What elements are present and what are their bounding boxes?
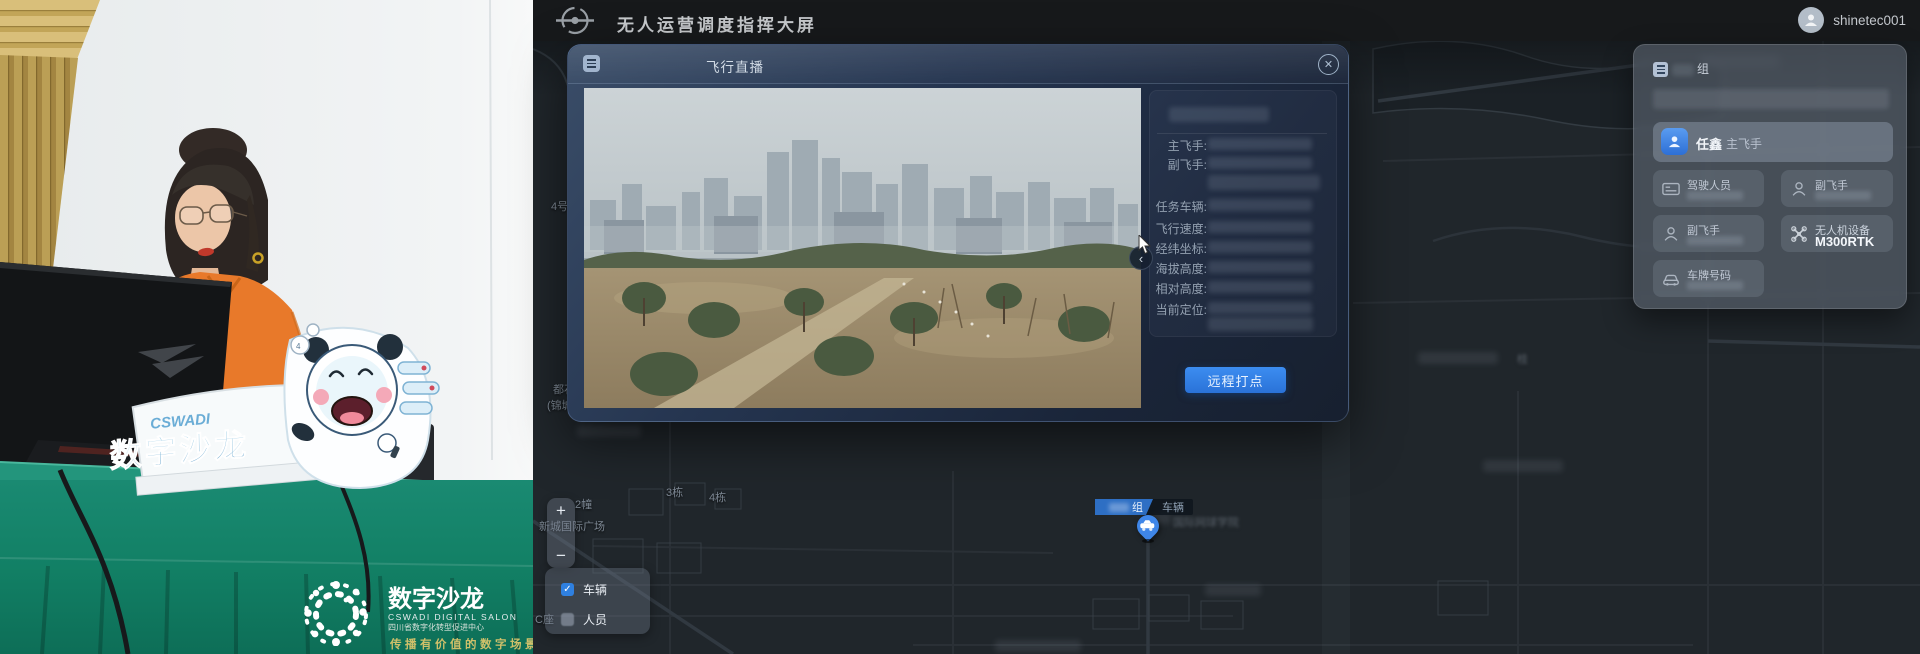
chevron-glyph: ‹: [1139, 251, 1143, 266]
svg-text:4: 4: [296, 342, 301, 351]
drone-model: M300RTK: [1815, 234, 1874, 249]
field-label: 副飞手:: [1149, 156, 1207, 173]
remote-mark-button[interactable]: 远程打点: [1185, 367, 1286, 393]
watermark-slogan: 传播有价值的数字场景!: [389, 637, 533, 651]
redacted-value: [1208, 302, 1312, 314]
drone-icon: [1790, 225, 1808, 243]
map-label: 4栋: [709, 489, 726, 505]
blurred-map-label: [577, 425, 641, 437]
username-label: shinetec001: [1833, 13, 1906, 28]
redacted-task-title: [1169, 107, 1269, 122]
drone-video-feed: [584, 88, 1141, 408]
close-glyph: ✕: [1324, 58, 1333, 71]
presenter-scene: CSWADI 数字沙龙: [0, 0, 533, 654]
redacted-row: [1653, 89, 1889, 109]
team-panel-title: 组: [1697, 60, 1709, 77]
people-label: 人员: [583, 611, 607, 628]
people-checkbox[interactable]: [561, 613, 574, 626]
member-row-selected[interactable]: 任鑫 主飞手: [1653, 122, 1893, 162]
layer-legend: ✓ 车辆 人员: [545, 568, 650, 634]
blurred-map-label: [1483, 460, 1563, 472]
field-label: 主飞手:: [1149, 137, 1207, 154]
watermark-subtitle: CSWADI DIGITAL SALON: [388, 612, 517, 622]
vehicles-label: 车辆: [583, 581, 607, 598]
cell-copilot-1: 副飞手: [1781, 170, 1893, 207]
user-avatar-icon: [1798, 7, 1824, 33]
redacted-value: [1208, 317, 1313, 331]
zoom-out-button[interactable]: −: [556, 547, 566, 564]
blurred-map-label: [995, 640, 1081, 652]
screen: CSWADI 数字沙龙: [0, 0, 1920, 654]
legend-row-people[interactable]: 人员: [561, 611, 607, 628]
redacted-value: [1687, 281, 1743, 290]
map-label: 桂: [1517, 351, 1528, 367]
modal-title: 飞行直播: [706, 56, 764, 76]
map-label: 2幢: [575, 496, 592, 512]
field-label: 飞行速度:: [1149, 220, 1207, 237]
map-label-tennis: 国际网球学院: [1173, 514, 1239, 530]
field-label: 相对高度:: [1149, 280, 1207, 297]
cell-drone-device: 无人机设备 M300RTK: [1781, 215, 1893, 252]
blurred-map-label: [1418, 352, 1498, 364]
drone-scene: [584, 88, 1141, 408]
live-list-icon: [583, 55, 600, 72]
redacted-value: [1208, 221, 1312, 233]
car-icon: [1662, 270, 1680, 288]
redacted-team-name: [1672, 64, 1694, 76]
flight-live-modal: 飞行直播 ✕: [567, 44, 1349, 422]
member-name: 任鑫: [1696, 134, 1722, 153]
redacted-value: [1687, 191, 1743, 200]
field-label: 当前定位:: [1149, 301, 1207, 318]
field-label: 海拔高度:: [1149, 260, 1207, 277]
team-panel: 组 任鑫 主飞手 驾驶人员: [1633, 44, 1907, 309]
watermark-org: 四川省数字化转型促进中心: [388, 622, 484, 632]
collapse-chevron-icon[interactable]: ‹: [1129, 246, 1153, 270]
map-zoom-control: + −: [547, 498, 575, 568]
redacted-value: [1208, 138, 1312, 150]
pin-shadow: [1142, 539, 1154, 543]
redacted-value: [1208, 261, 1312, 273]
person-icon: [1790, 180, 1808, 198]
close-icon[interactable]: ✕: [1318, 54, 1339, 75]
field-label: 任务车辆:: [1149, 198, 1207, 215]
map-label: 4号: [551, 198, 568, 214]
redacted-value: [1208, 157, 1312, 169]
legend-row-vehicles[interactable]: ✓ 车辆: [561, 581, 607, 598]
top-bar: 无人运营调度指挥大屏 shinetec001: [533, 0, 1920, 42]
redacted-value: [1208, 199, 1312, 211]
map-mode-toggle: 组 车辆: [1095, 499, 1193, 515]
redacted-value: [1687, 236, 1743, 245]
cell-plate-number: 车牌号码: [1653, 260, 1764, 297]
modal-header: 飞行直播 ✕: [568, 45, 1348, 84]
vehicles-checkbox[interactable]: ✓: [561, 583, 574, 596]
presenter-video: CSWADI 数字沙龙: [0, 0, 533, 654]
blurred-map-label: [1205, 584, 1261, 596]
info-divider: [1157, 133, 1327, 134]
app-logo-icon: [549, 4, 601, 37]
tab-group[interactable]: 组: [1095, 499, 1153, 515]
blurred-tab-text: [1109, 503, 1129, 512]
pilot-avatar-icon: [1661, 128, 1688, 155]
map-label: 3栋: [666, 484, 683, 500]
redacted-value: [1208, 281, 1312, 293]
tab-group-label: 组: [1132, 499, 1143, 515]
check-icon: ✓: [563, 584, 571, 595]
field-label: 经纬坐标:: [1149, 240, 1207, 257]
page-title: 无人运营调度指挥大屏: [617, 11, 817, 36]
user-menu[interactable]: shinetec001: [1798, 7, 1906, 33]
dashboard: 无人运营调度指挥大屏 shinetec001: [533, 0, 1920, 654]
member-role: 主飞手: [1726, 135, 1762, 152]
id-card-icon: [1662, 180, 1680, 198]
zoom-in-button[interactable]: +: [556, 502, 566, 519]
tab-vehicles[interactable]: 车辆: [1153, 499, 1193, 515]
team-list-icon: [1653, 62, 1668, 77]
cell-driver: 驾驶人员: [1653, 170, 1764, 207]
cell-copilot-2: 副飞手: [1653, 215, 1764, 252]
car-icon: [1139, 519, 1155, 531]
redacted-value: [1208, 241, 1312, 253]
person-icon: [1662, 225, 1680, 243]
redacted-value: [1815, 191, 1871, 200]
redacted-value: [1208, 175, 1320, 190]
watermark-title: 数字沙龙: [388, 585, 484, 613]
